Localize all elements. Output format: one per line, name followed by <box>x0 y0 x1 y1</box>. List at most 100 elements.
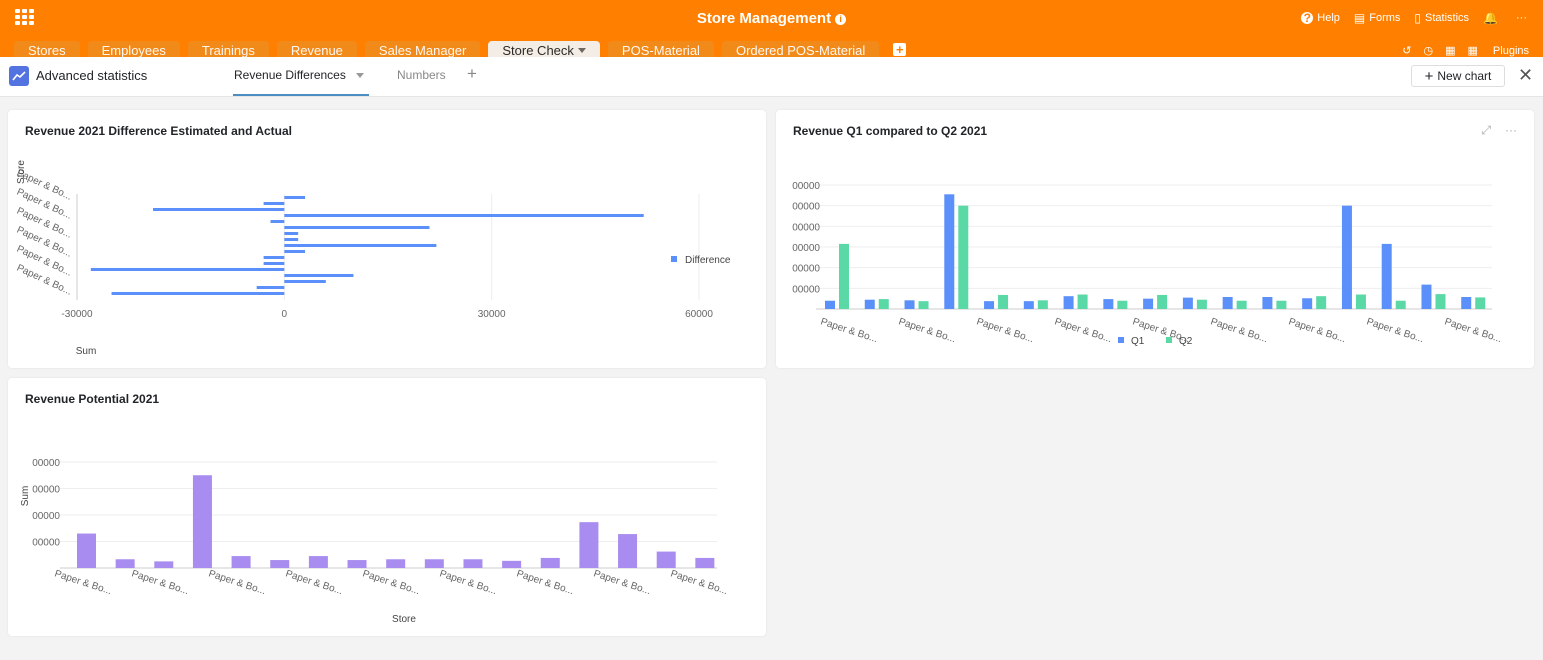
chevron-down-icon[interactable] <box>355 73 364 78</box>
view-tab-revenue-differences[interactable]: Revenue Differences <box>234 68 364 82</box>
legend-label: Difference <box>685 255 731 266</box>
legend-label: Q1 <box>1131 336 1145 347</box>
view-tab-label: Revenue Differences <box>234 68 346 82</box>
bar <box>284 274 354 277</box>
statistics-button[interactable]: ▯ Statistics <box>1414 11 1469 25</box>
bar-q2 <box>1435 294 1446 309</box>
share-icon[interactable]: ↺ <box>1402 43 1411 57</box>
y-tick-label: 00000 <box>792 284 820 295</box>
legend-swatch <box>671 256 677 262</box>
q1-q2-chart: 00000 00000 00000 00000 00000 00000 Paper & Bo… <box>792 181 1503 347</box>
y-axis-label: Store <box>16 160 27 184</box>
bar-q1 <box>944 194 955 309</box>
history-icon[interactable]: ◷ <box>1423 43 1433 57</box>
x-tick-label: Paper & Bo... <box>515 568 575 597</box>
close-icon[interactable]: ✕ <box>1518 65 1533 86</box>
chart-card-q1-q2: Revenue Q1 compared to Q2 2021 ⤢ ··· 000… <box>776 110 1534 368</box>
top-bar: Store Management i ? Help ▤ Forms ▯ Statisti… <box>0 0 1543 57</box>
bar <box>231 556 251 568</box>
bar-q1 <box>864 299 875 309</box>
tab-pos-material[interactable]: POS-Material <box>607 41 714 57</box>
bar <box>463 559 483 568</box>
bar-q1 <box>1381 243 1392 309</box>
x-tick-label: Paper & Bo... <box>1443 316 1503 345</box>
bar-q1 <box>1023 301 1034 309</box>
panel-title: Advanced statistics <box>36 68 148 83</box>
bar <box>618 534 638 568</box>
help-label: Help <box>1317 12 1340 24</box>
x-tick-label: -30000 <box>61 309 93 320</box>
x-tick-label: 30000 <box>478 309 506 320</box>
forms-button[interactable]: ▤ Forms <box>1354 11 1401 25</box>
bar <box>263 256 285 259</box>
more-button[interactable]: ··· <box>1516 12 1527 24</box>
tab-store-check[interactable]: Store Check <box>488 41 600 57</box>
bar <box>256 286 285 289</box>
help-icon: ? <box>1301 12 1314 24</box>
tab-employees[interactable]: Employees <box>87 41 180 57</box>
tab-trainings[interactable]: Trainings <box>187 41 269 57</box>
table-tabs: Stores Employees Trainings Revenue Sales Man… <box>14 41 907 57</box>
help-button[interactable]: ? Help <box>1301 12 1340 24</box>
bar <box>540 557 560 568</box>
notifications-button[interactable]: 🔔 <box>1483 11 1502 25</box>
tab-ordered-pos-material[interactable]: Ordered POS-Material <box>721 41 880 57</box>
bar <box>263 262 285 265</box>
x-tick-label: Paper & Bo... <box>1209 316 1269 345</box>
legend-swatch <box>1118 337 1124 343</box>
x-tick-label: Paper & Bo... <box>130 568 190 597</box>
new-chart-label: New chart <box>1437 69 1492 83</box>
x-tick-label: Paper & Bo... <box>207 568 267 597</box>
bar-q2 <box>1157 294 1168 309</box>
bar-q2 <box>1355 294 1366 309</box>
x-tick-label: Paper & Bo... <box>53 568 113 597</box>
tab-stores[interactable]: Stores <box>14 41 80 57</box>
tab-revenue[interactable]: Revenue <box>276 41 357 57</box>
x-axis-label: Store <box>392 614 416 625</box>
x-tick-label: Paper & Bo... <box>1365 316 1425 345</box>
statistics-icon <box>9 66 29 86</box>
new-chart-button[interactable]: + New chart <box>1411 65 1505 87</box>
x-tick-label: Paper & Bo... <box>284 568 344 597</box>
chevron-down-icon[interactable] <box>577 48 586 53</box>
info-icon[interactable]: i <box>835 14 847 25</box>
view-tab-numbers[interactable]: Numbers <box>397 68 446 82</box>
more-icon: ··· <box>1516 12 1527 24</box>
add-view-icon[interactable]: + <box>467 64 477 84</box>
y-tick-label: 00000 <box>792 202 820 213</box>
legend-label: Q2 <box>1179 336 1193 347</box>
bar <box>270 560 290 568</box>
bar <box>77 533 96 568</box>
bar <box>656 551 676 568</box>
bar <box>347 560 367 568</box>
potential-chart: 00000 00000 00000 00000 Paper & Bo... Paper &… <box>20 458 729 625</box>
bar <box>111 292 285 295</box>
bar <box>308 556 328 568</box>
bar-q1 <box>1461 297 1472 309</box>
chart-card-potential: Revenue Potential 2021 00000 00000 00000 00… <box>8 378 766 636</box>
bar-q1 <box>1063 296 1074 309</box>
bar-q2 <box>1196 299 1207 309</box>
x-axis-label: Sum <box>76 346 97 357</box>
bar <box>695 557 715 568</box>
bar-q1 <box>1103 299 1114 309</box>
y-tick-label: 00000 <box>792 181 820 192</box>
tab-sales-manager[interactable]: Sales Manager <box>364 41 481 57</box>
plugins-button[interactable]: ▦ Plugins <box>1467 43 1529 57</box>
difference-chart: -30000 0 30000 60000Paper & Bo...Paper & Bo… <box>15 160 731 357</box>
y-tick-label: 00000 <box>792 243 820 254</box>
bar-q2 <box>958 205 969 309</box>
bar-q1 <box>825 300 835 309</box>
add-table-icon[interactable]: + <box>893 43 907 56</box>
bar <box>153 208 285 211</box>
bar <box>284 196 306 199</box>
bar-q1 <box>1421 284 1432 309</box>
plugins-label: Plugins <box>1492 45 1529 57</box>
y-tick-label: 00000 <box>32 458 60 469</box>
x-tick-label: Paper & Bo... <box>361 568 421 597</box>
bar <box>284 280 326 283</box>
bar-chart-icon: ▯ <box>1414 11 1422 25</box>
script-icon[interactable]: ▦ <box>1445 43 1455 57</box>
y-axis-label: Sum <box>20 486 31 507</box>
bar <box>284 214 644 217</box>
